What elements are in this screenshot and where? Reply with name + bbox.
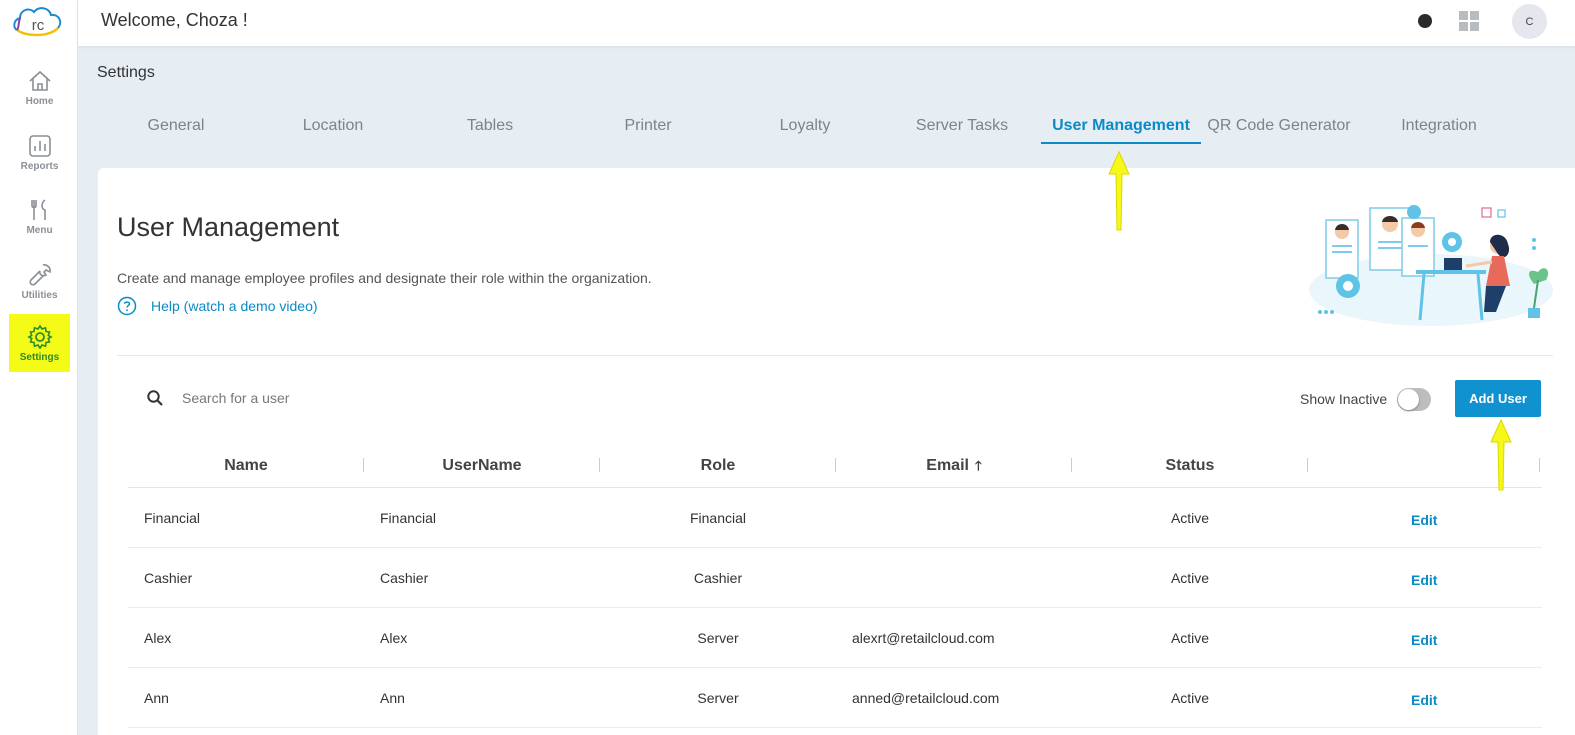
- help-demo-link[interactable]: Help (watch a demo video): [117, 296, 318, 316]
- top-bar: Welcome, Choza ! C: [78, 0, 1575, 46]
- apps-grid-icon[interactable]: [1459, 11, 1479, 31]
- sidebar-item-label: Utilities: [21, 289, 58, 301]
- sidebar-item-label: Home: [25, 95, 54, 107]
- cell-email: alexrt@retailcloud.com: [852, 630, 995, 646]
- users-table: Name UserName Role Email 🡑 Status Financi…: [128, 448, 1542, 728]
- cell-name: Financial: [144, 510, 201, 526]
- column-header-status[interactable]: Status: [1072, 448, 1308, 488]
- cell-name: Alex: [144, 630, 172, 646]
- column-header-name[interactable]: Name: [128, 448, 364, 488]
- section-title: Settings: [97, 64, 155, 81]
- cell-email: anned@retailcloud.com: [852, 690, 1000, 706]
- tab-general[interactable]: General: [122, 108, 230, 144]
- edit-link[interactable]: Edit: [1411, 572, 1437, 588]
- user-avatar[interactable]: C: [1512, 4, 1547, 39]
- sidebar-item-reports[interactable]: Reports: [9, 123, 70, 181]
- cell-role: Cashier: [693, 570, 743, 586]
- svg-text:rc: rc: [32, 17, 45, 34]
- tab-server-tasks[interactable]: Server Tasks: [908, 108, 1016, 144]
- column-separator[interactable]: [1307, 458, 1308, 472]
- page-description: Create and manage employee profiles and …: [117, 270, 652, 286]
- annotation-arrow-icon: [1108, 150, 1130, 231]
- annotation-arrow-icon: [1490, 418, 1512, 491]
- tab-qr-code-generator[interactable]: QR Code Generator: [1201, 108, 1357, 144]
- page-title: User Management: [117, 212, 340, 242]
- table-row: Financial Financial Financial Active Edi…: [128, 488, 1542, 548]
- column-separator[interactable]: [1539, 458, 1540, 472]
- cell-name: Cashier: [144, 570, 193, 586]
- cell-username: Alex: [380, 630, 408, 646]
- search-input[interactable]: Search for a user: [182, 390, 289, 406]
- settings-tabs: General Location Tables Printer Loyalty …: [97, 108, 1567, 144]
- sidebar-item-home[interactable]: Home: [9, 58, 70, 116]
- tab-location[interactable]: Location: [279, 108, 387, 144]
- tab-integration[interactable]: Integration: [1381, 108, 1497, 144]
- rc-logo[interactable]: rc: [11, 4, 65, 40]
- user-search[interactable]: Search for a user: [146, 389, 289, 407]
- edit-link[interactable]: Edit: [1411, 512, 1437, 528]
- tab-tables[interactable]: Tables: [436, 108, 544, 144]
- sidebar-item-settings[interactable]: Settings: [9, 314, 70, 372]
- help-icon: [117, 296, 137, 316]
- column-header-label: Role: [700, 457, 736, 474]
- cell-username: Financial: [380, 510, 437, 526]
- column-header-label: Email: [926, 457, 969, 474]
- welcome-text: Welcome, Choza !: [101, 10, 248, 30]
- sidebar-item-label: Settings: [19, 351, 60, 363]
- reports-icon: [28, 134, 51, 157]
- home-icon: [28, 70, 51, 91]
- cell-status: Active: [1170, 690, 1210, 706]
- help-link-label: Help (watch a demo video): [151, 298, 318, 314]
- table-row: Cashier Cashier Cashier Active Edit: [128, 548, 1542, 608]
- cell-name: Ann: [144, 690, 169, 706]
- show-inactive-label: Show Inactive: [1300, 391, 1388, 407]
- add-user-button[interactable]: Add User: [1455, 380, 1541, 417]
- cell-username: Cashier: [380, 570, 429, 586]
- user-management-panel: User Management Create and manage employ…: [98, 168, 1575, 735]
- gear-icon: [26, 324, 53, 349]
- status-dot-icon[interactable]: [1418, 14, 1432, 28]
- divider: [117, 355, 1553, 356]
- column-header-label: Status: [1165, 457, 1215, 474]
- column-header-label: Name: [224, 457, 268, 474]
- column-header-username[interactable]: UserName: [364, 448, 600, 488]
- tab-printer[interactable]: Printer: [594, 108, 702, 144]
- utilities-icon: [28, 263, 51, 286]
- show-inactive-toggle[interactable]: [1397, 388, 1431, 411]
- column-header-email[interactable]: Email 🡑: [836, 448, 1072, 488]
- sidebar: rc Home Reports Menu Utilities Settings: [0, 0, 78, 735]
- toggle-knob: [1398, 389, 1419, 410]
- column-header-label: UserName: [442, 457, 522, 474]
- cell-role: Financial: [689, 510, 747, 526]
- edit-link[interactable]: Edit: [1411, 632, 1437, 648]
- table-row: Ann Ann Server anned@retailcloud.com Act…: [128, 668, 1542, 728]
- cell-role: Server: [697, 630, 739, 646]
- sidebar-item-label: Reports: [20, 160, 59, 172]
- cell-status: Active: [1170, 570, 1210, 586]
- sidebar-item-utilities[interactable]: Utilities: [9, 252, 70, 310]
- sidebar-item-menu[interactable]: Menu: [9, 187, 70, 245]
- column-header-role[interactable]: Role: [600, 448, 836, 488]
- tab-user-management[interactable]: User Management: [1041, 108, 1201, 144]
- cell-status: Active: [1170, 510, 1210, 526]
- cell-role: Server: [697, 690, 739, 706]
- cell-status: Active: [1170, 630, 1210, 646]
- search-icon: [147, 390, 163, 406]
- cell-username: Ann: [380, 690, 405, 706]
- user-management-illustration: [1306, 202, 1556, 326]
- sidebar-item-label: Menu: [26, 224, 53, 236]
- tab-loyalty[interactable]: Loyalty: [751, 108, 859, 144]
- sort-ascending-icon: 🡑: [974, 458, 982, 473]
- table-header: Name UserName Role Email 🡑 Status: [128, 448, 1542, 488]
- edit-link[interactable]: Edit: [1411, 692, 1437, 708]
- menu-icon: [30, 198, 46, 220]
- table-row: Alex Alex Server alexrt@retailcloud.com …: [128, 608, 1542, 668]
